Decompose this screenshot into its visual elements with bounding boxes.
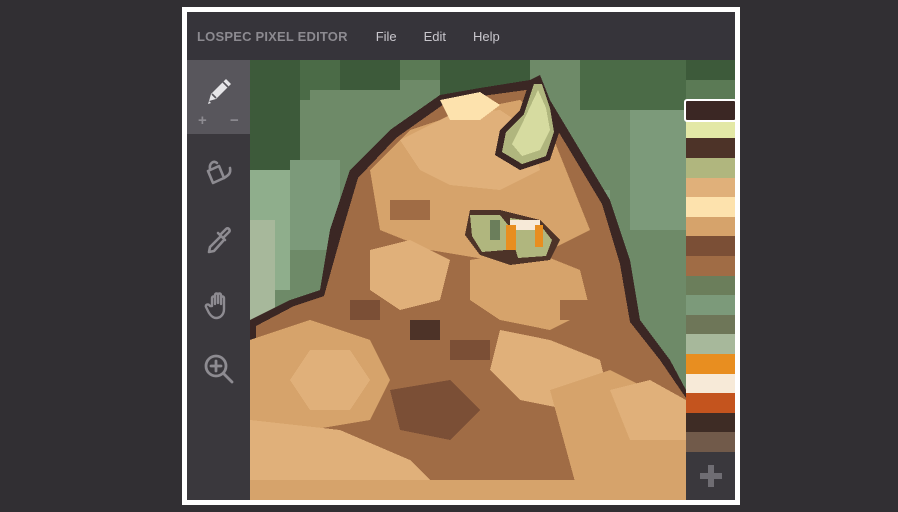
palette-swatch[interactable] — [686, 393, 735, 413]
palette-swatch[interactable] — [686, 216, 735, 237]
brush-size-decrease-button[interactable]: − — [230, 112, 239, 129]
palette-swatch[interactable] — [686, 432, 735, 452]
menu-edit[interactable]: Edit — [424, 29, 446, 44]
palette-swatch[interactable] — [686, 236, 735, 256]
plus-icon — [699, 465, 722, 487]
palette-swatch[interactable] — [686, 256, 735, 276]
fill-tool-button[interactable] — [187, 142, 250, 204]
palette-swatch[interactable] — [686, 197, 735, 217]
palette-swatch[interactable] — [686, 334, 735, 354]
palette-swatch[interactable] — [686, 138, 735, 158]
palette-swatch[interactable] — [686, 158, 735, 178]
eyedropper-icon — [207, 227, 231, 254]
palette-swatch[interactable] — [686, 354, 735, 374]
tool-panel: + − — [187, 60, 250, 500]
pencil-icon — [207, 79, 231, 104]
app-title: LOSPEC PIXEL EDITOR — [197, 28, 348, 44]
palette-swatch[interactable] — [686, 373, 735, 394]
palette-swatch[interactable] — [684, 99, 735, 123]
paint-bucket-icon — [206, 160, 232, 185]
palette-swatch[interactable] — [686, 295, 735, 315]
palette-swatch[interactable] — [686, 79, 735, 100]
zoom-tool-button[interactable] — [187, 338, 250, 400]
pixel-artwork — [250, 60, 686, 500]
menu-bar: LOSPEC PIXEL EDITOR File Edit Help — [187, 12, 735, 60]
brush-size-increase-button[interactable]: + — [198, 112, 207, 129]
add-color-button[interactable] — [686, 452, 735, 500]
pan-tool-button[interactable] — [187, 274, 250, 336]
palette-swatch[interactable] — [686, 177, 735, 198]
editor-window: LOSPEC PIXEL EDITOR File Edit Help + − — [187, 12, 735, 500]
hand-icon — [204, 292, 225, 320]
menu-file[interactable]: File — [376, 29, 397, 44]
eyedropper-tool-button[interactable] — [187, 210, 250, 272]
color-palette — [684, 60, 735, 500]
palette-swatch[interactable] — [686, 275, 735, 296]
pencil-tool-button[interactable] — [187, 60, 250, 134]
palette-swatch[interactable] — [686, 60, 735, 80]
palette-swatch[interactable] — [686, 314, 735, 335]
zoom-in-icon — [204, 354, 233, 384]
menu-help[interactable]: Help — [473, 29, 500, 44]
palette-swatch[interactable] — [686, 412, 735, 433]
drawing-canvas[interactable] — [250, 60, 686, 500]
